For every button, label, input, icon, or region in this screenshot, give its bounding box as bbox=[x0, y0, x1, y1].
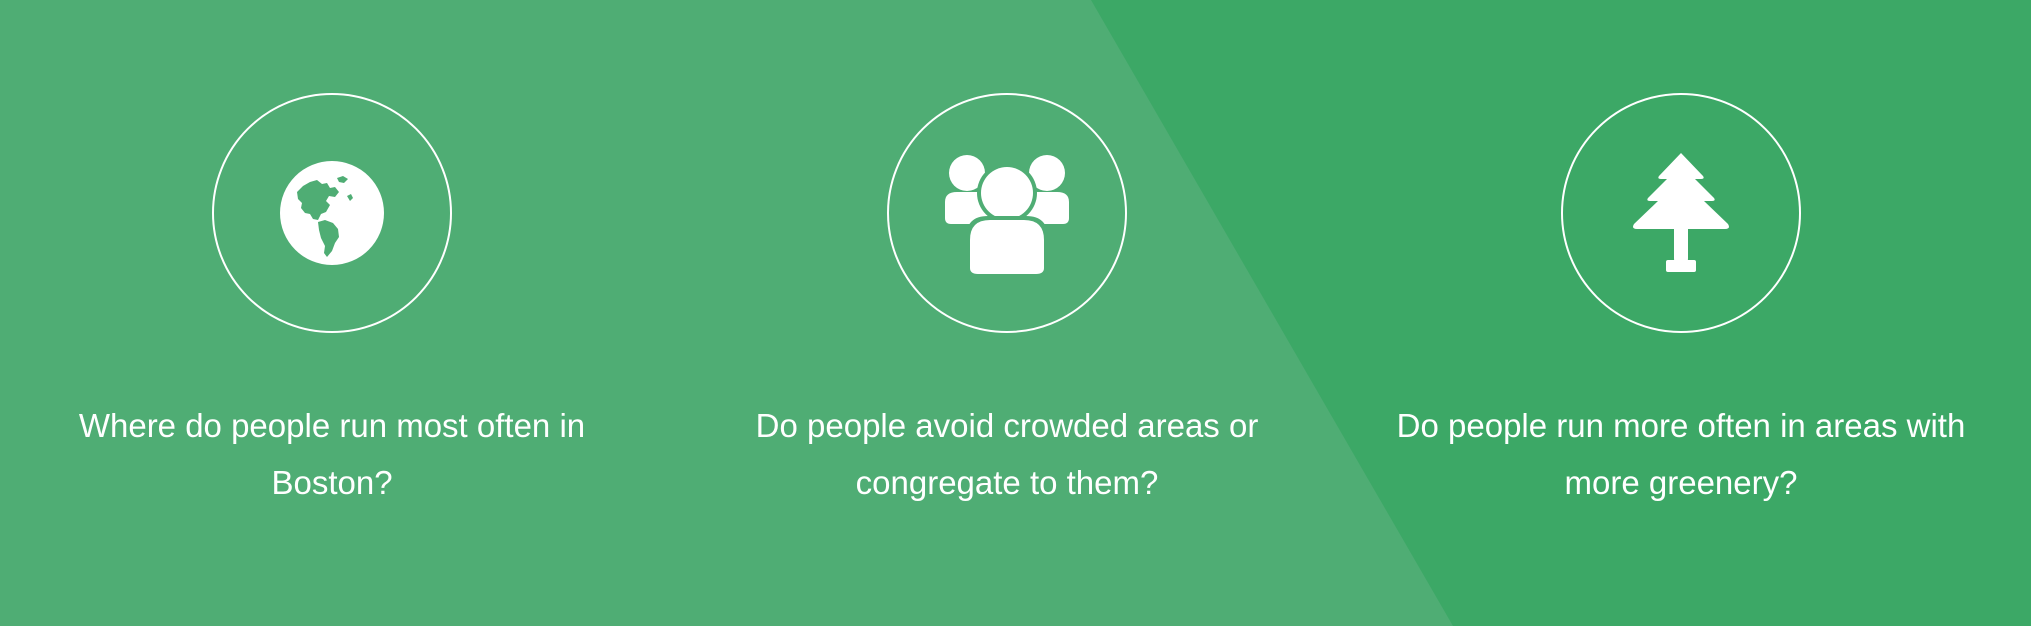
group-people-icon bbox=[945, 155, 1069, 278]
icon-circle bbox=[212, 93, 452, 333]
feature-row: Where do people run most often in Boston… bbox=[0, 0, 2031, 626]
pine-tree-icon bbox=[1633, 153, 1729, 272]
feature-question: Do people avoid crowded areas or congreg… bbox=[755, 407, 1259, 501]
icon-circle bbox=[887, 93, 1127, 333]
feature-running-locations: Where do people run most often in Boston… bbox=[32, 0, 632, 626]
feature-question: Do people run more often in areas with m… bbox=[1396, 407, 1966, 501]
feature-greenery: Do people run more often in areas with m… bbox=[1381, 0, 1981, 626]
feature-question: Where do people run most often in Boston… bbox=[78, 407, 586, 501]
feature-crowded-areas: Do people avoid crowded areas or congreg… bbox=[707, 0, 1307, 626]
icon-circle bbox=[1561, 93, 1801, 333]
globe-icon bbox=[280, 161, 384, 265]
